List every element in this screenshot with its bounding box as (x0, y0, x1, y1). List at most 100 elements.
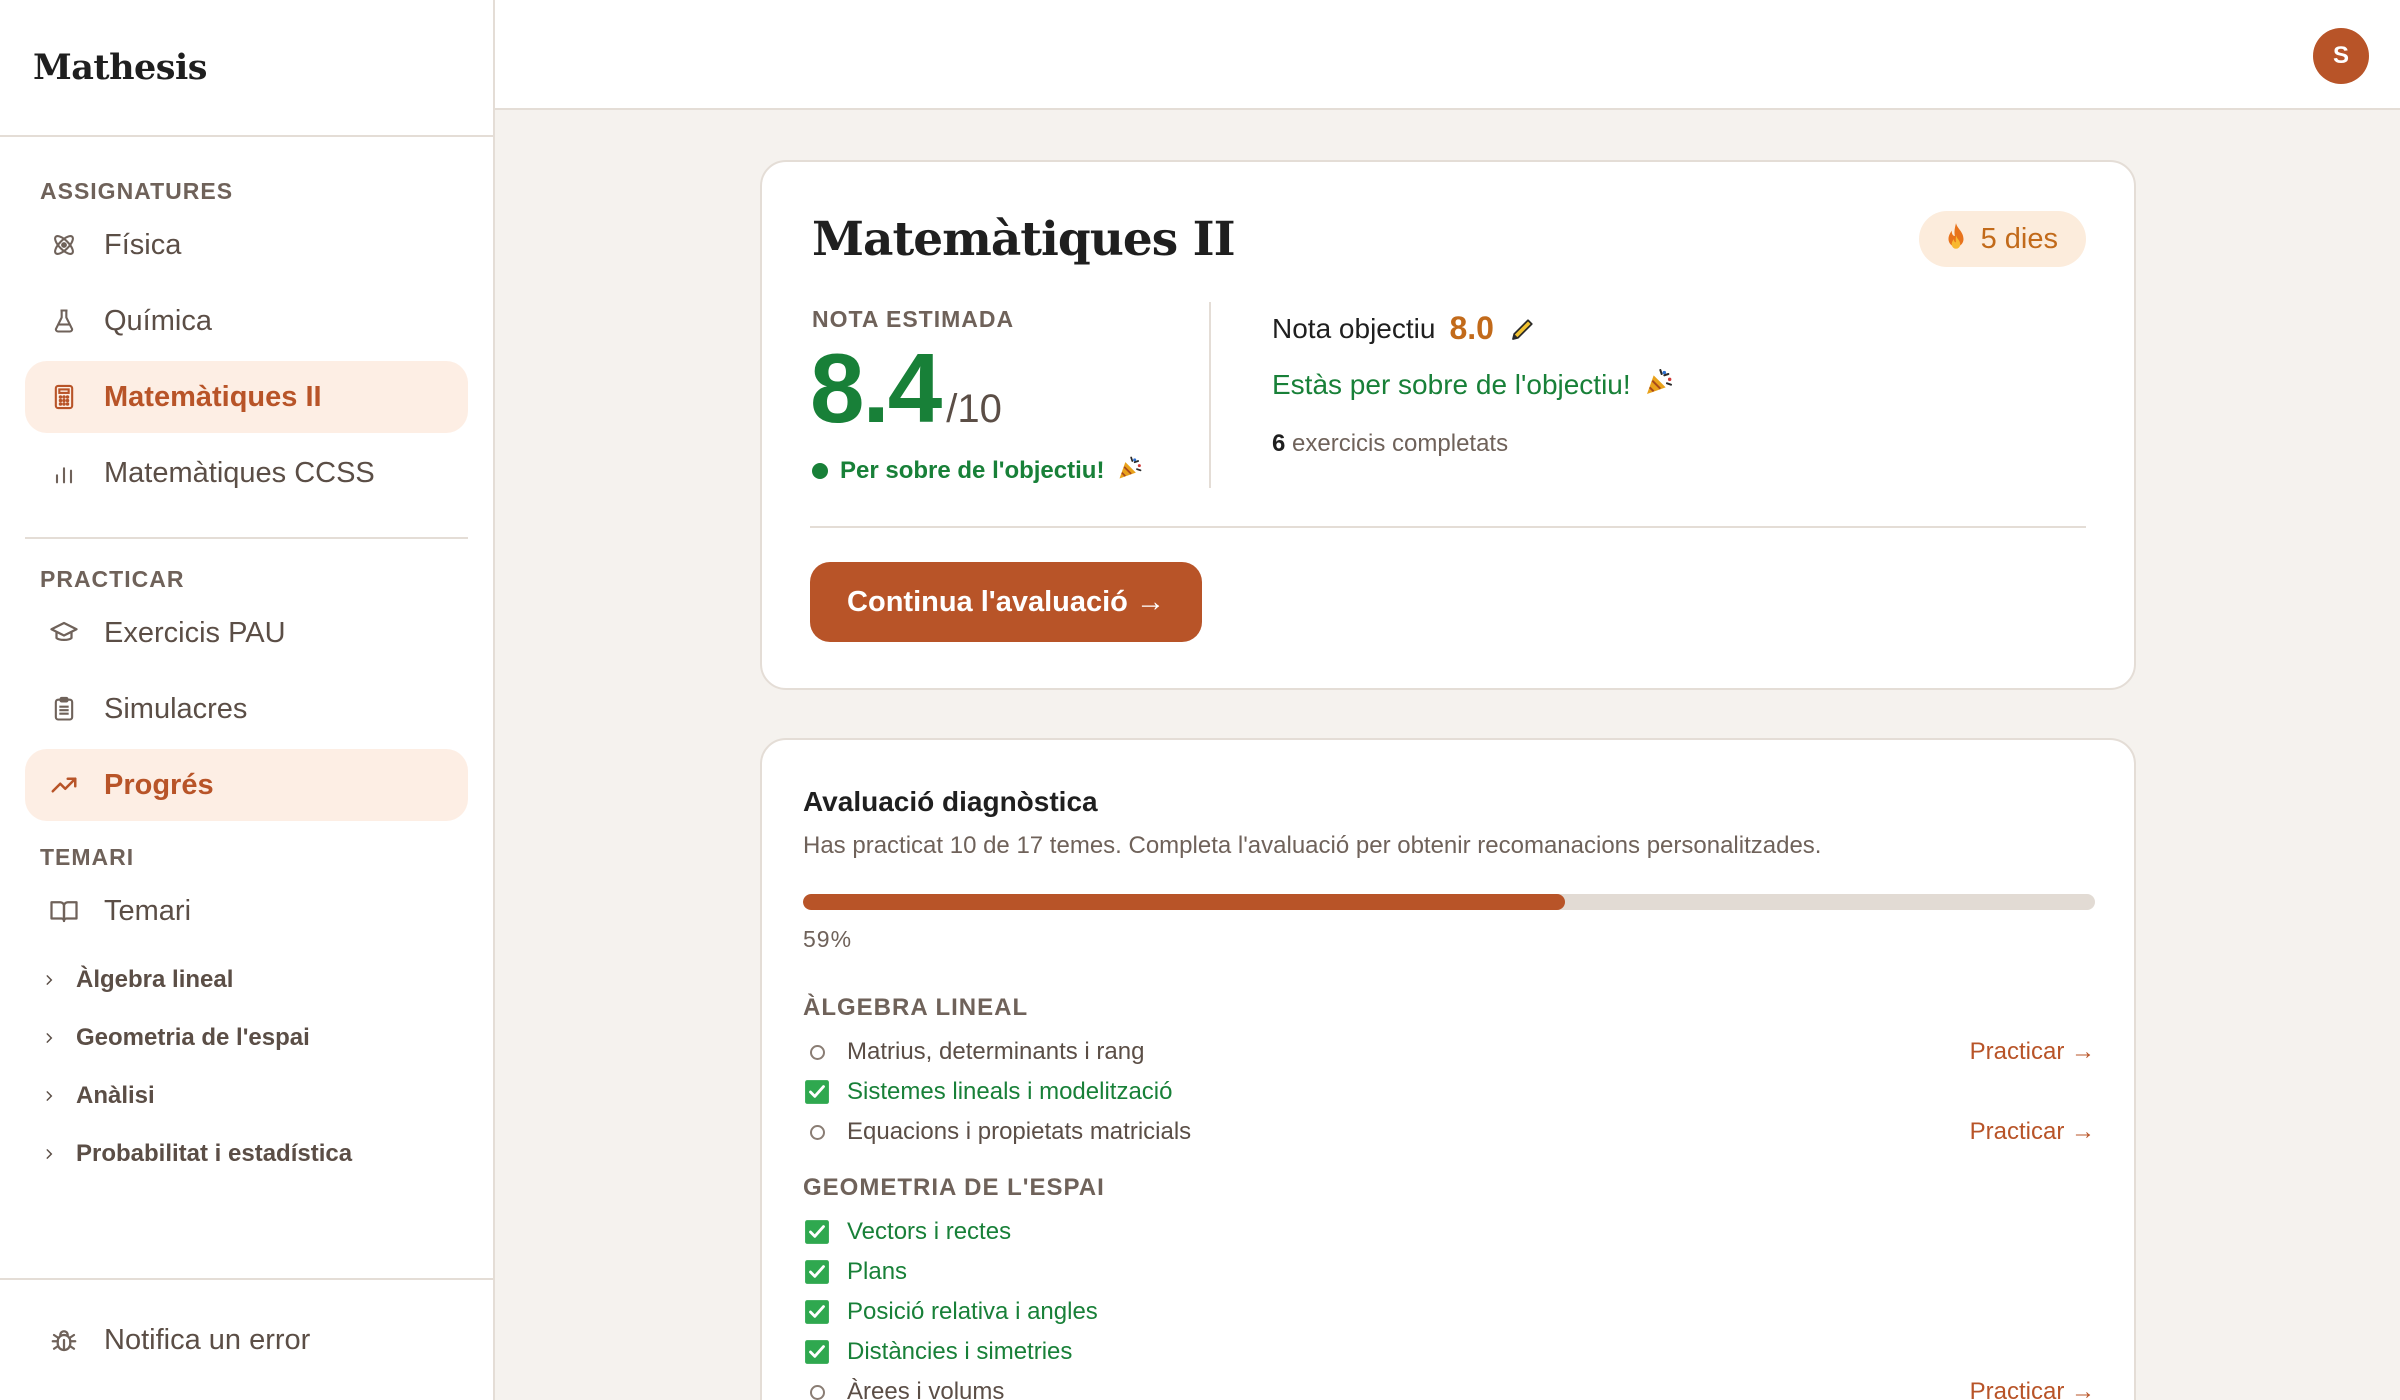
diagnostic-card: Avaluació diagnòstica Has practicat 10 d… (760, 738, 2136, 1400)
syllabus-tree: Àlgebra lineal Geometria de l'espai Anàl… (0, 951, 493, 1183)
sidebar-item-label: Temari (104, 894, 192, 927)
flame-icon (1943, 222, 1969, 257)
sidebar-item-label: Física (104, 228, 182, 261)
tree-item-label: Probabilitat i estadística (76, 1140, 353, 1167)
sidebar-item-label: Exercicis PAU (104, 616, 286, 649)
sidebar-item-fisica[interactable]: Física (25, 209, 468, 281)
diagnostic-description: Has practicat 10 de 17 temes. Completa l… (803, 832, 1822, 859)
sidebar-item-exercicis-pau[interactable]: Exercicis PAU (25, 597, 468, 669)
tree-item-algebra[interactable]: Àlgebra lineal (0, 951, 493, 1009)
sidebar-item-temari[interactable]: Temari (25, 875, 468, 947)
check-box-icon (803, 1078, 831, 1106)
topic-row: Vectors i rectes (803, 1212, 2095, 1252)
sidebar-item-label: Química (104, 304, 212, 337)
topic-group-algebra: ÀLGEBRA LINEAL Matrius, determinants i r… (803, 984, 2095, 1152)
practice-link[interactable]: Practicar → (1970, 1038, 2095, 1066)
brand-logo[interactable]: Mathesis (33, 47, 208, 88)
estimated-grade: 8.4 /10 (810, 332, 1002, 445)
topic-name: Plans (847, 1258, 908, 1285)
practice-link[interactable]: Practicar → (1970, 1378, 2095, 1400)
summary-divider (1209, 302, 1211, 488)
diagnostic-title: Avaluació diagnòstica (803, 786, 1098, 817)
topic-row: Àrees i volums Practicar → (803, 1372, 2095, 1400)
trending-up-icon (48, 769, 80, 801)
estimated-status-text: Per sobre de l'objectiu! (840, 456, 1105, 484)
party-popper-icon (1116, 454, 1144, 487)
sidebar-item-label: Simulacres (104, 692, 248, 725)
topic-name: Sistemes lineals i modelització (847, 1078, 1173, 1105)
streak-badge: 5 dies (1918, 211, 2086, 267)
estimated-grade-value: 8.4 (810, 333, 942, 443)
sidebar-item-matematiques-ccss[interactable]: Matemàtiques CCSS (25, 437, 468, 509)
sidebar-item-matematiques-ii[interactable]: Matemàtiques II (25, 361, 468, 433)
party-popper-icon (1643, 366, 1675, 403)
check-box-icon (803, 1338, 831, 1366)
atom-icon (48, 229, 80, 261)
topic-group-geometria: GEOMETRIA DE L'ESPAI Vectors i rectes Pl… (803, 1164, 2095, 1400)
page-title: Matemàtiques II (812, 212, 1236, 267)
streak-label: 5 dies (1980, 222, 2058, 255)
book-icon (48, 895, 80, 927)
sidebar-heading-subjects: ASSIGNATURES (40, 178, 234, 204)
exercises-label: exercicis completats (1285, 430, 1509, 457)
chevron-right-icon (42, 1089, 62, 1103)
sidebar-item-progres[interactable]: Progrés (25, 749, 468, 821)
tree-item-analisi[interactable]: Anàlisi (0, 1067, 493, 1125)
tree-item-geometria[interactable]: Geometria de l'espai (0, 1009, 493, 1067)
topic-name: Equacions i propietats matricials (847, 1118, 1192, 1145)
diagnostic-progress-fill (803, 894, 1566, 910)
sidebar-heading-syllabus: TEMARI (40, 844, 135, 870)
tree-item-label: Àlgebra lineal (76, 966, 234, 993)
continue-assessment-button[interactable]: Continua l'avaluació → (810, 562, 1202, 642)
topic-name: Matrius, determinants i rang (847, 1038, 1145, 1065)
pencil-icon[interactable] (1508, 314, 1538, 344)
circle-icon (803, 1118, 831, 1146)
practice-link[interactable]: Practicar → (1970, 1118, 2095, 1146)
status-dot (812, 462, 828, 479)
estimated-grade-label: NOTA ESTIMADA (812, 306, 1015, 332)
circle-icon (803, 1038, 831, 1066)
bug-icon (48, 1324, 80, 1356)
diagnostic-progress-bar (803, 894, 2095, 910)
topic-row: Equacions i propietats matricials Practi… (803, 1112, 2095, 1152)
sidebar-item-label: Progrés (104, 768, 214, 801)
sidebar-item-label: Matemàtiques CCSS (104, 456, 375, 489)
target-grade-label: Nota objectiu (1272, 312, 1436, 344)
tree-item-probabilitat[interactable]: Probabilitat i estadística (0, 1125, 493, 1183)
bar-chart-icon (48, 457, 80, 489)
topic-row: Sistemes lineals i modelització (803, 1072, 2095, 1112)
estimated-grade-status: Per sobre de l'objectiu! (812, 454, 1144, 487)
sidebar-section-subjects: ASSIGNATURES Física Química Matemàtiques… (0, 159, 493, 509)
tree-item-label: Anàlisi (76, 1082, 155, 1109)
check-box-icon (803, 1298, 831, 1326)
check-box-icon (803, 1258, 831, 1286)
target-status: Estàs per sobre de l'objectiu! (1272, 366, 1675, 403)
exercises-completed: 6 exercicis completats (1272, 430, 1508, 458)
topbar: S (495, 0, 2400, 110)
sidebar-item-label: Matemàtiques II (104, 380, 322, 413)
report-error-label: Notifica un error (104, 1323, 311, 1356)
topic-name: Posició relativa i angles (847, 1298, 1098, 1325)
summary-bottom-divider (810, 526, 2086, 528)
topic-name: Vectors i rectes (847, 1218, 1012, 1245)
avatar[interactable]: S (2313, 28, 2369, 84)
topic-group-title: GEOMETRIA DE L'ESPAI (803, 1174, 1105, 1201)
target-grade: Nota objectiu 8.0 (1272, 310, 1538, 347)
graduation-cap-icon (48, 617, 80, 649)
report-error-button[interactable]: Notifica un error (0, 1278, 493, 1400)
sidebar-section-syllabus: TEMARI Temari (0, 835, 493, 947)
sidebar-item-quimica[interactable]: Química (25, 285, 468, 357)
sidebar-heading-practice: PRACTICAR (40, 566, 185, 592)
topic-row: Plans (803, 1252, 2095, 1292)
circle-icon (803, 1378, 831, 1400)
diagnostic-progress-label: 59% (803, 926, 853, 952)
calculator-icon (48, 381, 80, 413)
sidebar-section-practice: PRACTICAR Exercicis PAU Simulacres Progr… (0, 557, 493, 821)
sidebar-item-simulacres[interactable]: Simulacres (25, 673, 468, 745)
topic-row: Distàncies i simetries (803, 1332, 2095, 1372)
check-box-icon (803, 1218, 831, 1246)
clipboard-icon (48, 693, 80, 725)
topic-name: Àrees i volums (847, 1378, 1005, 1400)
target-status-text: Estàs per sobre de l'objectiu! (1272, 368, 1631, 400)
topic-group-title: ÀLGEBRA LINEAL (803, 994, 1029, 1021)
